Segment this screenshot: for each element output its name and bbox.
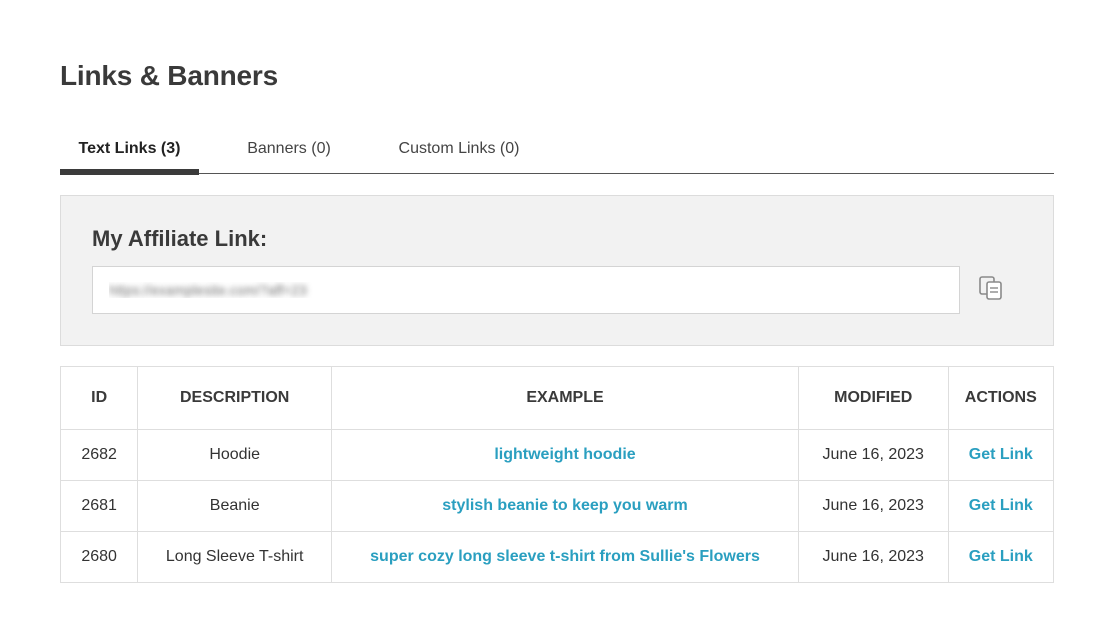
cell-actions: Get Link <box>947 480 1055 532</box>
example-link[interactable]: lightweight hoodie <box>494 446 635 463</box>
cell-description: Beanie <box>137 480 333 532</box>
page-title: Links & Banners <box>60 60 278 91</box>
get-link-button[interactable]: Get Link <box>969 446 1033 463</box>
cell-modified: June 16, 2023 <box>797 429 949 481</box>
cell-actions: Get Link <box>947 429 1055 481</box>
cell-description: Long Sleeve T-shirt <box>137 531 333 583</box>
header-id: ID <box>59 366 139 430</box>
table-row: 2681 Beanie stylish beanie to keep you w… <box>59 480 1055 532</box>
header-example: EXAMPLE <box>331 366 799 430</box>
get-link-button[interactable]: Get Link <box>969 497 1033 514</box>
tab-banners-label: Banners (0) <box>247 140 331 157</box>
cell-example: super cozy long sleeve t-shirt from Sull… <box>331 531 799 583</box>
tab-text-links[interactable]: Text Links (3) <box>60 128 199 175</box>
cell-id: 2682 <box>59 429 139 481</box>
cell-example: stylish beanie to keep you warm <box>331 480 799 532</box>
affiliate-link-panel: My Affiliate Link: <box>60 195 1054 346</box>
cell-description: Hoodie <box>137 429 333 481</box>
tab-custom-links[interactable]: Custom Links (0) <box>382 128 536 174</box>
cell-modified: June 16, 2023 <box>797 480 949 532</box>
table-row: 2680 Long Sleeve T-shirt super cozy long… <box>59 531 1055 583</box>
header-modified: MODIFIED <box>797 366 949 430</box>
cell-id: 2680 <box>59 531 139 583</box>
header-actions: ACTIONS <box>947 366 1055 430</box>
example-link[interactable]: stylish beanie to keep you warm <box>442 497 687 514</box>
header-description: DESCRIPTION <box>137 366 333 430</box>
cell-example: lightweight hoodie <box>331 429 799 481</box>
tab-custom-links-label: Custom Links (0) <box>398 140 520 157</box>
affiliate-link-label: My Affiliate Link: <box>92 226 268 251</box>
tab-bar: Text Links (3) Banners (0) Custom Links … <box>60 128 1054 175</box>
tab-banners[interactable]: Banners (0) <box>228 128 350 174</box>
active-tab-indicator <box>60 169 199 175</box>
copy-icon <box>977 274 1005 307</box>
get-link-button[interactable]: Get Link <box>969 548 1033 565</box>
cell-id: 2681 <box>59 480 139 532</box>
table-header-row: ID DESCRIPTION EXAMPLE MODIFIED ACTIONS <box>59 366 1055 430</box>
copy-link-button[interactable] <box>971 270 1011 310</box>
text-links-table: ID DESCRIPTION EXAMPLE MODIFIED ACTIONS … <box>59 366 1055 583</box>
table-row: 2682 Hoodie lightweight hoodie June 16, … <box>59 429 1055 481</box>
example-link[interactable]: super cozy long sleeve t-shirt from Sull… <box>370 548 760 565</box>
cell-modified: June 16, 2023 <box>797 531 949 583</box>
affiliate-link-input[interactable] <box>92 266 960 314</box>
cell-actions: Get Link <box>947 531 1055 583</box>
tab-text-links-label: Text Links (3) <box>78 140 181 157</box>
